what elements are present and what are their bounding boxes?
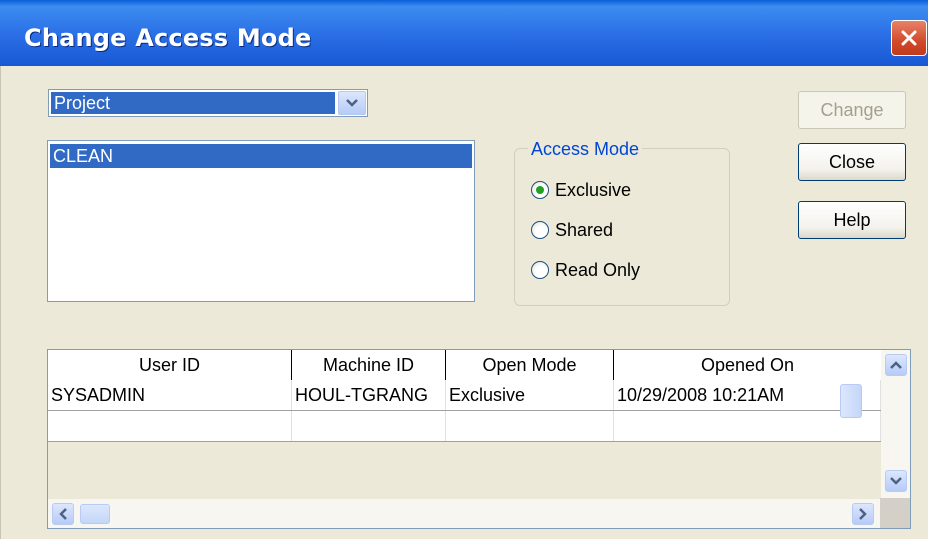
type-select-value: Project bbox=[51, 92, 335, 114]
cell-user-id: SYSADMIN bbox=[48, 380, 292, 410]
radio-read-only[interactable]: Read Only bbox=[531, 257, 640, 283]
vertical-scrollbar[interactable] bbox=[881, 350, 910, 499]
empty-cell bbox=[292, 411, 446, 441]
table-row[interactable] bbox=[48, 411, 881, 442]
list-item[interactable]: CLEAN bbox=[50, 144, 472, 168]
column-header-open-mode[interactable]: Open Mode bbox=[446, 350, 614, 380]
window-title: Change Access Mode bbox=[24, 24, 312, 52]
chevron-down-icon[interactable] bbox=[338, 91, 366, 115]
horizontal-scrollbar[interactable] bbox=[48, 499, 881, 528]
vertical-scroll-thumb[interactable] bbox=[840, 384, 862, 418]
radio-read-only-label: Read Only bbox=[555, 259, 641, 280]
radio-exclusive-label: Exclusive bbox=[555, 179, 632, 200]
close-button[interactable]: Close bbox=[798, 143, 906, 181]
horizontal-scroll-thumb[interactable] bbox=[80, 504, 110, 524]
radio-shared-label: Shared bbox=[555, 219, 614, 240]
users-grid[interactable]: User ID Machine ID Open Mode Opened On S… bbox=[47, 349, 911, 529]
close-x-icon[interactable] bbox=[891, 20, 927, 56]
radio-checked-icon[interactable] bbox=[531, 181, 549, 199]
empty-cell bbox=[446, 411, 614, 441]
close-glyph bbox=[901, 30, 917, 46]
cell-machine-id: HOUL-TGRANG bbox=[292, 380, 446, 410]
cell-open-mode: Exclusive bbox=[446, 380, 614, 410]
access-mode-legend: Access Mode bbox=[528, 137, 643, 161]
column-header-machine-id[interactable]: Machine ID bbox=[292, 350, 446, 380]
grid-header: User ID Machine ID Open Mode Opened On bbox=[48, 350, 881, 381]
radio-unchecked-icon[interactable] bbox=[531, 221, 549, 239]
radio-exclusive[interactable]: Exclusive bbox=[531, 177, 631, 203]
table-row[interactable]: SYSADMIN HOUL-TGRANG Exclusive 10/29/200… bbox=[48, 380, 881, 411]
change-button[interactable]: Change bbox=[798, 91, 906, 129]
scroll-corner bbox=[880, 498, 910, 528]
radio-unchecked-icon[interactable] bbox=[531, 261, 549, 279]
scroll-right-icon[interactable] bbox=[852, 503, 874, 525]
change-access-mode-dialog: Change Access Mode Project CLEAN Access … bbox=[0, 0, 928, 539]
help-button[interactable]: Help bbox=[798, 201, 906, 239]
column-header-opened-on[interactable]: Opened On bbox=[614, 350, 881, 380]
scroll-left-icon[interactable] bbox=[52, 503, 74, 525]
empty-cell bbox=[48, 411, 292, 441]
item-listbox[interactable]: CLEAN bbox=[47, 140, 475, 302]
grid-body: User ID Machine ID Open Mode Opened On S… bbox=[48, 350, 881, 499]
scroll-down-icon[interactable] bbox=[885, 470, 907, 492]
column-header-user-id[interactable]: User ID bbox=[48, 350, 292, 380]
type-select[interactable]: Project bbox=[48, 89, 368, 117]
radio-shared[interactable]: Shared bbox=[531, 217, 613, 243]
scroll-up-icon[interactable] bbox=[885, 354, 907, 376]
